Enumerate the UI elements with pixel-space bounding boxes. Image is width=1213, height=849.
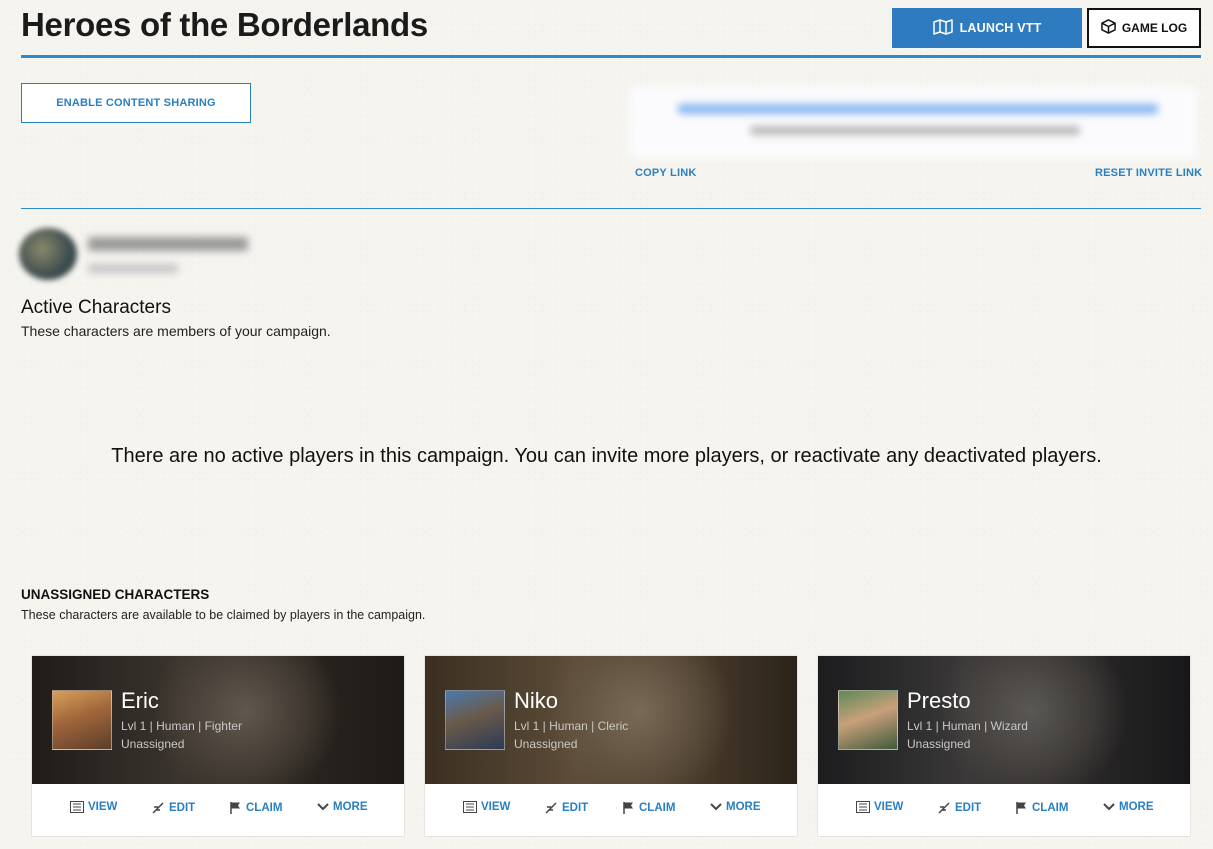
chevron-down-icon xyxy=(710,802,722,812)
edit-button[interactable]: EDIT xyxy=(544,801,588,815)
reset-invite-link-button[interactable]: RESET INVITE LINK xyxy=(1095,167,1202,179)
view-button[interactable]: VIEW xyxy=(856,801,903,813)
character-portrait xyxy=(838,690,898,750)
character-card-niko: Niko Lvl 1 | Human | Cleric Unassigned V… xyxy=(425,656,797,836)
enable-content-sharing-button[interactable]: ENABLE CONTENT SHARING xyxy=(21,83,251,123)
character-banner: Niko Lvl 1 | Human | Cleric Unassigned xyxy=(425,656,797,784)
campaign-title: Heroes of the Borderlands xyxy=(21,6,428,43)
chevron-down-icon xyxy=(1103,802,1115,812)
chevron-down-icon xyxy=(317,802,329,812)
more-button[interactable]: MORE xyxy=(710,801,761,813)
character-banner: Presto Lvl 1 | Human | Wizard Unassigned xyxy=(818,656,1190,784)
character-banner: Eric Lvl 1 | Human | Fighter Unassigned xyxy=(32,656,404,784)
quill-icon xyxy=(544,801,558,815)
character-details: Lvl 1 | Human | Cleric xyxy=(514,719,629,733)
claim-button[interactable]: CLAIM xyxy=(229,801,282,815)
unassigned-characters-heading: UNASSIGNED CHARACTERS xyxy=(21,587,210,602)
view-button[interactable]: VIEW xyxy=(70,801,117,813)
cube-icon xyxy=(1101,19,1116,37)
character-name: Eric xyxy=(121,688,159,713)
character-portrait xyxy=(52,690,112,750)
character-details: Lvl 1 | Human | Fighter xyxy=(121,719,242,733)
view-button[interactable]: VIEW xyxy=(463,801,510,813)
character-status: Unassigned xyxy=(907,737,971,751)
game-log-label: GAME LOG xyxy=(1121,21,1188,35)
character-status: Unassigned xyxy=(514,737,578,751)
edit-button[interactable]: EDIT xyxy=(937,801,981,815)
quill-icon xyxy=(937,801,951,815)
active-characters-heading: Active Characters xyxy=(21,297,171,318)
no-active-players-message: There are no active players in this camp… xyxy=(111,445,1102,467)
claim-button[interactable]: CLAIM xyxy=(1015,801,1068,815)
sheet-icon xyxy=(856,801,870,813)
character-details: Lvl 1 | Human | Wizard xyxy=(907,719,1028,733)
flag-icon xyxy=(1015,801,1028,815)
game-log-button[interactable]: GAME LOG xyxy=(1087,8,1201,48)
launch-vtt-label: LAUNCH VTT xyxy=(959,21,1042,35)
sheet-icon xyxy=(463,801,477,813)
invite-link-redacted xyxy=(678,104,1158,114)
active-characters-subtitle: These characters are members of your cam… xyxy=(21,323,331,339)
dm-role-redacted xyxy=(88,264,178,273)
character-status: Unassigned xyxy=(121,737,185,751)
invite-link-panel xyxy=(630,86,1197,158)
claim-button[interactable]: CLAIM xyxy=(622,801,675,815)
character-name: Presto xyxy=(907,688,971,713)
more-button[interactable]: MORE xyxy=(317,801,368,813)
dm-avatar xyxy=(19,228,77,280)
character-name: Niko xyxy=(514,688,559,713)
character-portrait xyxy=(445,690,505,750)
character-card-eric: Eric Lvl 1 | Human | Fighter Unassigned … xyxy=(32,656,404,836)
more-button[interactable]: MORE xyxy=(1103,801,1154,813)
launch-vtt-button[interactable]: LAUNCH VTT xyxy=(892,8,1082,48)
map-icon xyxy=(932,18,953,38)
flag-icon xyxy=(622,801,635,815)
page-header: Heroes of the Borderlands LAUNCH VTT GAM… xyxy=(21,0,1201,58)
invite-note-redacted xyxy=(750,126,1080,135)
edit-button[interactable]: EDIT xyxy=(151,801,195,815)
quill-icon xyxy=(151,801,165,815)
sheet-icon xyxy=(70,801,84,813)
flag-icon xyxy=(229,801,242,815)
copy-link-button[interactable]: COPY LINK xyxy=(635,167,697,179)
unassigned-characters-subtitle: These characters are available to be cla… xyxy=(21,608,426,622)
character-card-presto: Presto Lvl 1 | Human | Wizard Unassigned… xyxy=(818,656,1190,836)
section-divider xyxy=(21,208,1201,209)
dm-name-redacted xyxy=(88,237,248,251)
